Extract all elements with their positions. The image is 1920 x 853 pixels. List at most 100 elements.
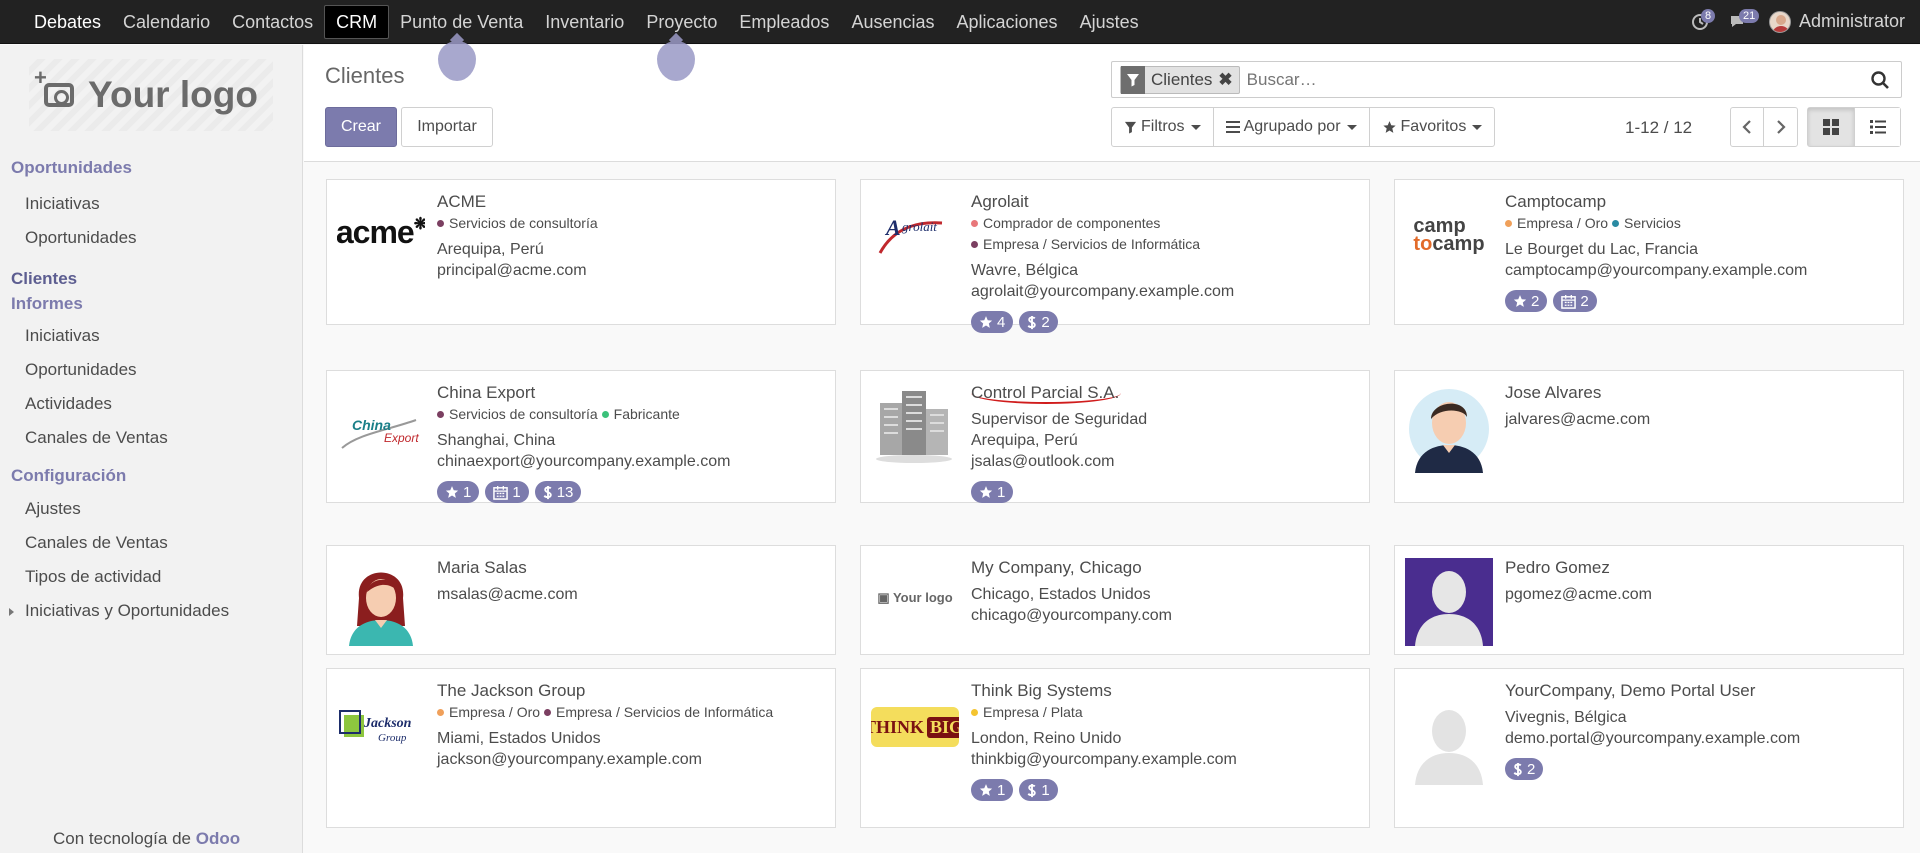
company-logo[interactable]: Your logo (29, 59, 273, 131)
star-badge[interactable]: 1 (971, 481, 1014, 503)
sidebar-item-ajustes[interactable]: Ajustes (0, 492, 302, 526)
search-input[interactable] (1246, 69, 1865, 90)
tag-color-dot (971, 709, 978, 716)
kanban-view-button[interactable] (1808, 108, 1854, 146)
messaging-menu[interactable]: 21 (1729, 8, 1760, 31)
systray: 8 21 Administrator (1671, 0, 1920, 44)
menu-contactos[interactable]: Contactos (221, 0, 324, 44)
kanban-card[interactable]: THINKBIG Think Big Systems Empresa / Plata… (860, 668, 1370, 828)
badge-list: 2 (1505, 758, 1895, 780)
dollar-icon (543, 485, 553, 500)
odoo-link[interactable]: Odoo (196, 829, 240, 848)
sidebar-item-informes-oportunidades[interactable]: Oportunidades (0, 353, 302, 387)
badge-count: 2 (1527, 760, 1536, 778)
sidebar-item-oportunidades[interactable]: Oportunidades (0, 221, 302, 255)
sidebar-item-iniciativas-y-oportunidades[interactable]: Iniciativas y Oportunidades (0, 594, 302, 628)
menu-calendario[interactable]: Calendario (112, 0, 221, 44)
partner-image (1405, 697, 1493, 785)
pager-buttons (1730, 107, 1798, 147)
pager-previous-button[interactable] (1731, 108, 1764, 146)
kanban-card[interactable]: ▣ Your logo My Company, Chicago Chicago, E… (860, 545, 1370, 655)
menu-ausencias[interactable]: Ausencias (840, 0, 945, 44)
search-bar[interactable]: Clientes ✖ (1111, 61, 1902, 98)
sidebar-section-oportunidades[interactable]: Oportunidades (0, 155, 302, 180)
sidebar-item-actividades[interactable]: Actividades (0, 387, 302, 421)
favorites-dropdown[interactable]: Favoritos (1370, 108, 1495, 146)
badge-count: 2 (1041, 313, 1050, 331)
create-button[interactable]: Crear (325, 107, 397, 147)
kanban-card[interactable]: Pedro Gomez pgomez@acme.com (1394, 545, 1904, 655)
list-view-button[interactable] (1854, 108, 1900, 146)
dollar-badge[interactable]: 13 (534, 481, 582, 503)
menu-ajustes[interactable]: Ajustes (1069, 0, 1150, 44)
star-badge[interactable]: 2 (1505, 290, 1548, 312)
calendar-badge[interactable]: 2 (1553, 290, 1597, 312)
pager-next-button[interactable] (1764, 108, 1797, 146)
pager-value[interactable]: 1-12 / 12 (1625, 118, 1692, 138)
menu-inventario[interactable]: Inventario (534, 0, 635, 44)
kanban-card[interactable]: Jackson Group The Jackson Group Empresa / O… (326, 668, 836, 828)
partner-name-text: Jose Alvares (1505, 383, 1602, 402)
import-button[interactable]: Importar (401, 107, 493, 147)
kanban-card[interactable]: camp tocamp Camptocamp Empresa / Oro Servici… (1394, 179, 1904, 325)
menu-aplicaciones[interactable]: Aplicaciones (946, 0, 1069, 44)
sidebar-nav: Oportunidades Iniciativas Oportunidades … (0, 155, 302, 628)
filters-dropdown[interactable]: Filtros (1112, 108, 1214, 146)
facet-remove-icon[interactable]: ✖ (1218, 70, 1238, 90)
kanban-card[interactable]: Control Parcial S.A. Supervisor de Seguri… (860, 370, 1370, 503)
calendar-icon (1561, 294, 1577, 309)
partner-image: ▣ Your logo (877, 590, 953, 605)
tag-color-dot (544, 709, 552, 716)
partner-image: Jackson Group (337, 697, 425, 757)
kanban-card[interactable]: Maria Salas msalas@acme.com (326, 545, 836, 655)
user-avatar (1768, 10, 1791, 33)
category-tag: Empresa / Oro (437, 702, 540, 723)
menu-debates[interactable]: Debates (22, 0, 112, 44)
tag-list: Comprador de componentes (971, 213, 1361, 234)
star-badge[interactable]: 1 (971, 779, 1014, 801)
menu-proyecto[interactable]: Proyecto (635, 0, 728, 44)
sidebar-section-configuracion[interactable]: Configuración (0, 463, 302, 488)
sidebar-item-tipos-de-actividad[interactable]: Tipos de actividad (0, 560, 302, 594)
tag-label: Servicios de consultoría (449, 215, 598, 231)
partner-email: pgomez@acme.com (1505, 586, 1652, 603)
badge-list: 1 1 13 (437, 481, 827, 503)
kanban-card[interactable]: YourCompany, Demo Portal User Vivegnis, B… (1394, 668, 1904, 828)
sidebar-section-clientes[interactable]: Clientes (0, 266, 302, 291)
dollar-badge[interactable]: 2 (1505, 758, 1544, 780)
dollar-badge[interactable]: 1 (1019, 779, 1058, 801)
kanban-card[interactable]: acme❋ ACME Servicios de consultoría Arequip… (326, 179, 836, 325)
menu-crm[interactable]: CRM (324, 4, 390, 39)
category-tag: Fabricante (601, 404, 680, 425)
partner-detail: Chicago, Estados Unidos (971, 586, 1151, 603)
partner-image: camp tocamp (1413, 215, 1485, 255)
sidebar-section-informes[interactable]: Informes (0, 291, 302, 316)
badge-count: 1 (463, 483, 472, 501)
groupby-dropdown[interactable]: Agrupado por (1214, 108, 1370, 146)
sidebar-item-canales-de-ventas[interactable]: Canales de Ventas (0, 421, 302, 455)
partner-name: Pedro Gomez (1505, 557, 1895, 579)
calendar-badge[interactable]: 1 (485, 481, 529, 503)
activity-menu[interactable]: 8 (1691, 8, 1716, 31)
star-badge[interactable]: 4 (971, 311, 1014, 333)
kanban-card[interactable]: Agrolait Agrolait Comprador de componentes… (860, 179, 1370, 333)
sidebar-item-config-canales-de-ventas[interactable]: Canales de Ventas (0, 526, 302, 560)
dollar-badge[interactable]: 2 (1019, 311, 1058, 333)
search-icon[interactable] (1865, 70, 1895, 90)
sidebar-item-informes-iniciativas[interactable]: Iniciativas (0, 319, 302, 353)
user-menu[interactable]: Administrator (1768, 10, 1905, 33)
tag-label: Empresa / Servicios de Informática (556, 704, 774, 720)
partner-name: YourCompany, Demo Portal User (1505, 680, 1895, 702)
partner-detail: Arequipa, Perú (971, 432, 1078, 449)
sidebar-item-iniciativas[interactable]: Iniciativas (0, 187, 302, 221)
groupby-label: Agrupado por (1243, 118, 1341, 135)
facet-label: Clientes (1151, 69, 1213, 89)
kanban-card[interactable]: China Export China Export Servicios de cons… (326, 370, 836, 503)
kanban-card[interactable]: Jose Alvares jalvares@acme.com (1394, 370, 1904, 503)
card-body: Control Parcial S.A. Supervisor de Seguri… (971, 382, 1361, 503)
badge-count: 13 (556, 483, 574, 501)
menu-empleados[interactable]: Empleados (728, 0, 840, 44)
star-badge[interactable]: 1 (437, 481, 480, 503)
filters-label: Filtros (1141, 118, 1185, 135)
badge-list: 22 (1505, 290, 1895, 312)
